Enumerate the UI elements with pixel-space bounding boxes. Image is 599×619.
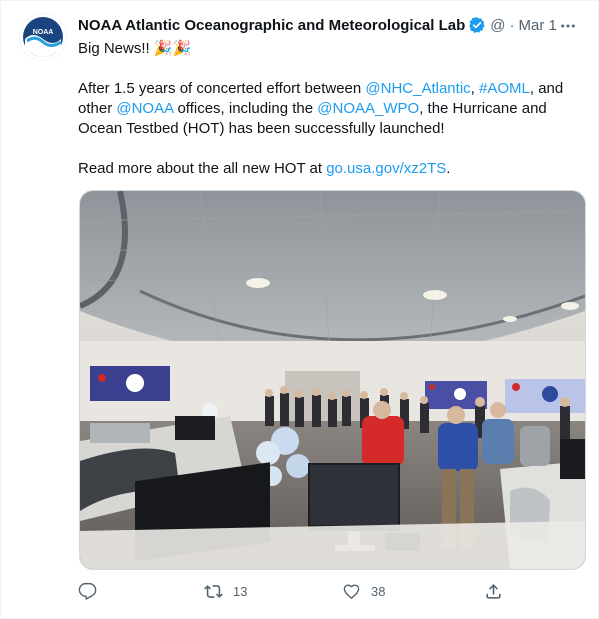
heart-icon [343, 584, 360, 599]
tweet-photo[interactable] [79, 190, 586, 570]
avatar-text: NOAA [33, 29, 54, 36]
external-link[interactable]: go.usa.gov/xz2TS [326, 160, 446, 177]
reply-button[interactable] [78, 582, 107, 601]
tweet-paragraph-3: Read more about the all new HOT at go.us… [78, 159, 588, 179]
tweet-header: NOAA Atlantic Oceanographic and Meteorol… [78, 15, 583, 35]
retweet-count: 13 [233, 584, 248, 599]
separator-dot: · [509, 16, 515, 34]
text-segment: , [470, 80, 479, 97]
tweet-date[interactable]: Mar 1 [519, 17, 557, 34]
text-segment: After 1.5 years of concerted effort betw… [78, 80, 366, 97]
share-button[interactable] [484, 582, 503, 601]
share-icon [486, 584, 501, 599]
text-segment: offices, including the [173, 100, 318, 117]
reply-icon [78, 582, 97, 600]
tweet-paragraph-2: After 1.5 years of concerted effort betw… [78, 79, 588, 139]
tweet-text: Big News!! 🎉🎉 After 1.5 years of concert… [78, 39, 588, 179]
mention-noaa-wpo[interactable]: @NOAA_WPO [317, 100, 419, 117]
hashtag-aoml[interactable]: #AOML [479, 80, 530, 97]
text-segment: Read more about the all new HOT at [78, 160, 327, 177]
retweet-icon [204, 585, 223, 598]
more-options-icon[interactable] [559, 17, 577, 35]
mention-noaa[interactable]: @NOAA [116, 100, 173, 117]
like-button[interactable]: 38 [342, 582, 385, 601]
text-segment: . [446, 160, 451, 177]
author-name[interactable]: NOAA Atlantic Oceanographic and Meteorol… [78, 17, 465, 34]
author-handle[interactable]: @ [490, 17, 505, 34]
mention-nhc-atlantic[interactable]: @NHC_Atlantic [365, 80, 470, 97]
testbed-room-photo [80, 191, 585, 569]
noaa-avatar[interactable]: NOAA [19, 13, 67, 61]
tweet-line-1: Big News!! 🎉🎉 [78, 40, 192, 57]
like-count: 38 [371, 584, 386, 599]
tweet-actions: 13 38 [78, 582, 508, 602]
retweet-button[interactable]: 13 [204, 582, 247, 601]
verified-badge-icon [469, 17, 485, 34]
